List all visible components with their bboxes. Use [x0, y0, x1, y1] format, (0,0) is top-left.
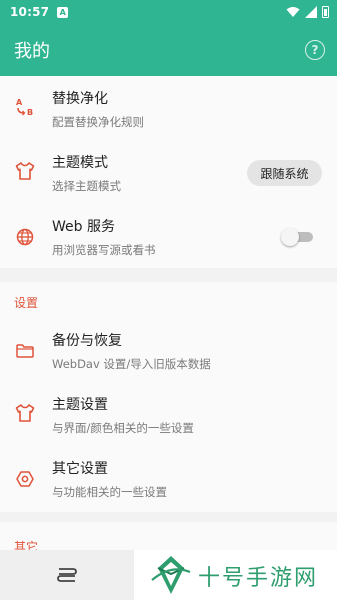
toggle-thumb	[281, 228, 299, 246]
item-subtitle: 配置替换净化规则	[52, 115, 144, 129]
replace-ab-icon: A B	[14, 96, 36, 118]
watermark-text: 十号手游网	[198, 566, 319, 591]
svg-text:A: A	[16, 98, 23, 107]
theme-settings-item[interactable]: 主题设置 与界面/颜色相关的一些设置	[0, 382, 337, 446]
item-subtitle: 与功能相关的一些设置	[52, 485, 167, 499]
item-title: 主题模式	[52, 155, 108, 171]
item-subtitle: 与界面/颜色相关的一些设置	[52, 421, 194, 435]
status-time: 10:57	[10, 5, 50, 19]
page-title: 我的	[14, 41, 50, 62]
signal-icon	[305, 6, 317, 18]
item-title: 替换净化	[52, 91, 108, 107]
backup-restore-item[interactable]: 备份与恢复 WebDav 设置/导入旧版本数据	[0, 318, 337, 382]
replace-rules-item[interactable]: A B 替换净化 配置替换净化规则	[0, 76, 337, 140]
help-icon[interactable]: ?	[305, 40, 325, 60]
item-subtitle: WebDav 设置/导入旧版本数据	[52, 357, 211, 371]
watermark: 十号手游网	[134, 550, 337, 600]
wifi-icon	[286, 7, 300, 17]
tshirt-icon	[14, 402, 36, 424]
item-title: 其它设置	[52, 461, 108, 477]
svg-text:B: B	[27, 108, 33, 117]
item-subtitle: 用浏览器写源或看书	[52, 243, 156, 257]
item-title: Web 服务	[52, 219, 115, 235]
watermark-logo-icon	[151, 556, 191, 594]
status-icons	[286, 6, 329, 18]
item-title: 备份与恢复	[52, 333, 122, 349]
battery-icon	[322, 6, 329, 18]
bookshelf-nav-button[interactable]	[0, 550, 134, 600]
app-bar: 我的 ?	[0, 24, 337, 76]
web-service-toggle[interactable]	[281, 228, 313, 246]
folder-icon	[14, 340, 36, 362]
settings-hexagon-icon	[14, 468, 36, 490]
section-label-settings: 设置	[14, 296, 39, 310]
tshirt-icon	[14, 160, 36, 182]
globe-icon	[14, 226, 36, 248]
notification-badge-icon: A	[57, 6, 69, 18]
theme-mode-chip[interactable]: 跟随系统	[247, 160, 322, 186]
bottom-navigation: 十号手游网	[0, 550, 337, 600]
other-settings-item[interactable]: 其它设置 与功能相关的一些设置	[0, 446, 337, 510]
settings-card: 设置 备份与恢复 WebDav 设置/导入旧版本数据 主题设置 与界面/颜色相关…	[0, 282, 337, 512]
bookshelf-nav-icon	[57, 568, 77, 582]
item-title: 主题设置	[52, 397, 108, 413]
status-bar: 10:57 A	[0, 0, 337, 24]
item-subtitle: 选择主题模式	[52, 179, 121, 193]
